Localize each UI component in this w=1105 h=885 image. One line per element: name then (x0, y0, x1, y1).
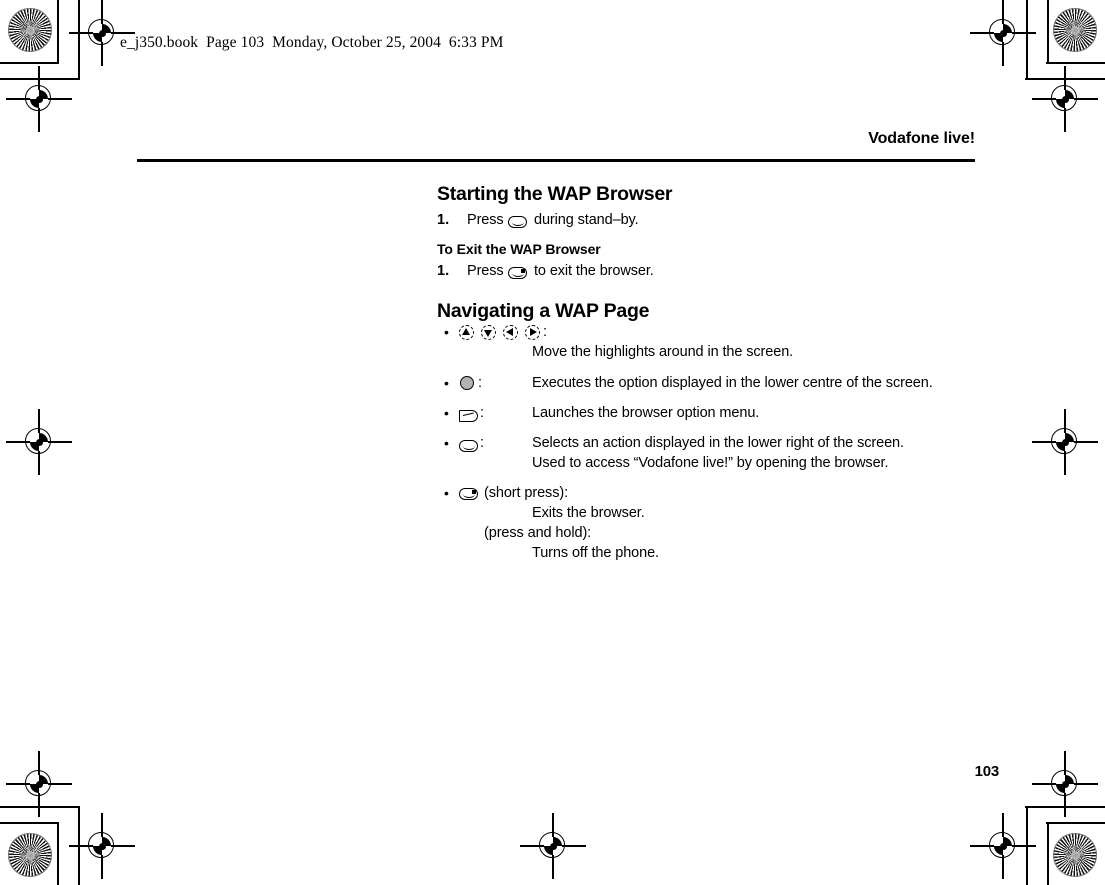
end-key-icon (459, 487, 478, 505)
page-number: 103 (974, 763, 1000, 780)
list-bullet: • (444, 485, 449, 501)
nav-left-key-icon (503, 325, 518, 345)
end-key-press-hold-description: Turns off the phone. (532, 545, 659, 561)
step-text-exit-before: Press (467, 263, 504, 279)
nav-up-key-icon (459, 325, 474, 345)
page-title-navigating-wap-page: Navigating a WAP Page (437, 300, 650, 322)
list-bullet: • (444, 405, 449, 421)
end-key-short-press-description: Exits the browser. (532, 505, 645, 521)
left-softkey-colon: : (480, 405, 484, 421)
subheading-to-exit-wap-browser: To Exit the WAP Browser (437, 241, 601, 257)
end-key-short-press-label: (short press): (484, 485, 569, 501)
nav-keys-colon: : (543, 324, 547, 340)
right-softkey-icon (459, 439, 478, 457)
nav-down-key-icon (481, 325, 496, 345)
page-title-starting-wap-browser: Starting the WAP Browser (437, 183, 673, 205)
centre-key-description: Executes the option displayed in the low… (532, 375, 933, 391)
right-softkey-colon: : (480, 435, 484, 451)
step-number-exit: 1. (437, 263, 450, 279)
nav-keys-description: Move the highlights around in the screen… (532, 344, 794, 360)
list-bullet: • (444, 375, 449, 391)
nav-right-key-icon (525, 325, 540, 345)
centre-select-key-icon (460, 376, 474, 395)
document-body: e_j350.book Page 103 Monday, October 25,… (0, 0, 1105, 885)
end-key-press-hold-label: (press and hold): (484, 525, 592, 541)
printed-page: e_j350.book Page 103 Monday, October 25,… (0, 0, 1105, 885)
list-bullet: • (444, 324, 449, 340)
softkey-right-browser-icon (508, 215, 527, 233)
left-softkey-description: Launches the browser option menu. (532, 405, 760, 421)
right-softkey-description-line-2: Used to access “Vodafone live!” by openi… (532, 455, 889, 471)
centre-key-colon: : (478, 375, 482, 391)
list-bullet: • (444, 435, 449, 451)
left-softkey-icon (459, 409, 478, 427)
end-key-icon (508, 266, 527, 284)
header-rule (137, 159, 975, 162)
right-softkey-description-line-1: Selects an action displayed in the lower… (532, 435, 904, 451)
running-head-title: Vodafone live! (868, 130, 975, 147)
step-text-exit-after: to exit the browser. (534, 263, 654, 279)
step-number-start: 1. (437, 212, 450, 228)
file-header-stamp: e_j350.book Page 103 Monday, October 25,… (120, 34, 504, 51)
step-text-start-before: Press (467, 212, 504, 228)
step-text-start-after: during stand–by. (534, 212, 639, 228)
